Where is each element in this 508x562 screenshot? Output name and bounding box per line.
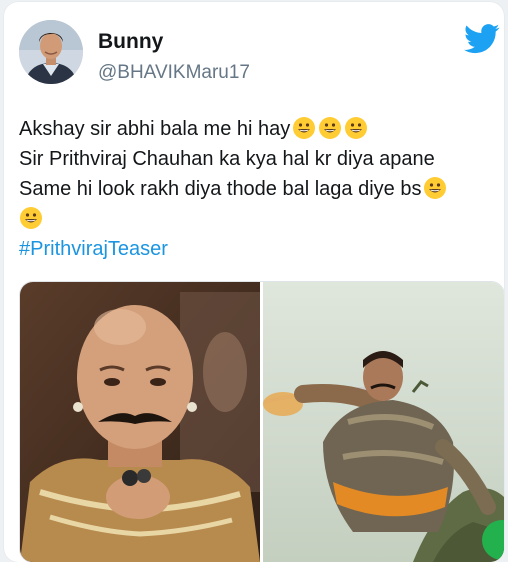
tweet-line-1-text: Akshay sir abhi bala me hi hay (19, 118, 291, 140)
tweet-line-3: Same hi look rakh diya thode bal laga di… (19, 174, 499, 204)
grinning-face-emoji-icon (319, 117, 342, 139)
grinning-face-emoji-icon (424, 177, 447, 199)
tweet-line-4 (19, 204, 499, 234)
grinning-face-emoji-icon (20, 207, 42, 229)
twitter-bird-icon (464, 24, 500, 54)
tweet-line-3-text: Same hi look rakh diya thode bal laga di… (19, 178, 422, 200)
grinning-face-emoji-icon (345, 117, 368, 139)
author-handle[interactable]: @BHAVIKMaru17 (98, 62, 250, 84)
hashtag-link[interactable]: #PrithvirajTeaser (19, 234, 499, 264)
tweet-line-2: Sir Prithviraj Chauhan ka kya hal kr diy… (19, 148, 435, 170)
media-image-right[interactable] (262, 282, 504, 562)
author-avatar[interactable] (19, 20, 83, 84)
tweet-media[interactable] (19, 281, 504, 562)
media-image-left[interactable] (20, 282, 260, 562)
tweet-card[interactable]: Bunny @BHAVIKMaru17 Akshay sir abhi bala… (4, 2, 504, 562)
tweet-line-1: Akshay sir abhi bala me hi hay (19, 114, 499, 144)
tweet-text: Akshay sir abhi bala me hi hay Sir Prith… (19, 114, 499, 264)
grinning-face-emoji-icon (293, 117, 316, 139)
author-name[interactable]: Bunny (98, 30, 163, 54)
